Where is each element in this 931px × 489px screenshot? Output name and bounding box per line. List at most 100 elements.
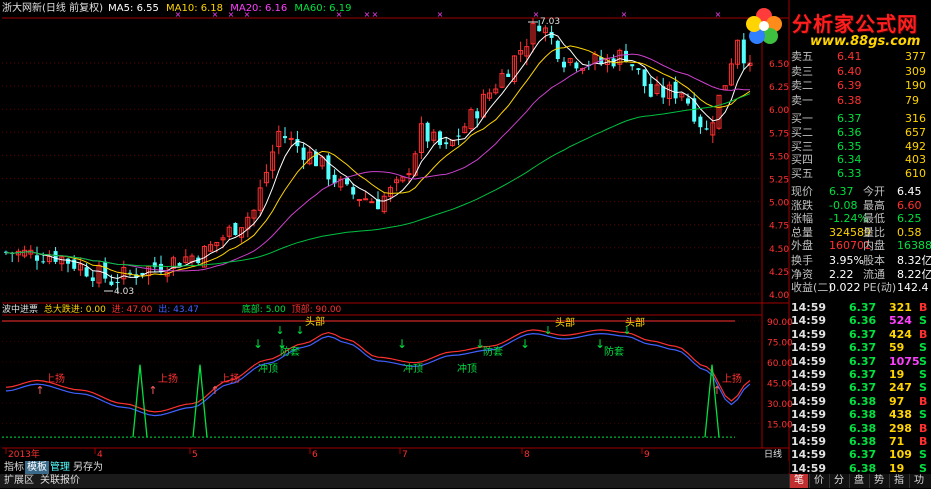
candle-body	[351, 187, 356, 195]
tab-template[interactable]: 模板	[25, 461, 49, 474]
candle-body	[115, 281, 120, 283]
period-label: 日线	[764, 448, 782, 460]
top-signal-mark: ×	[533, 10, 540, 19]
bid-row: 买五 6.33 610	[791, 166, 926, 180]
candle-body	[356, 198, 362, 201]
tick-row: 14:59 6.36 524 S	[791, 314, 927, 328]
tab-linked-quote[interactable]: 关联报价	[38, 474, 82, 487]
top-signal-mark: ×	[364, 10, 371, 19]
tick-row: 14:59 6.38 438 S	[791, 408, 927, 422]
price-tick-label: 5.00	[769, 199, 789, 209]
down-arrow-icon: ↓	[475, 337, 485, 351]
signal-guard-label: 防套	[604, 345, 624, 358]
flower-icon	[746, 8, 782, 44]
indicator-title: 波中进票	[2, 305, 39, 315]
right-tab[interactable]: 功	[909, 474, 928, 488]
tick-row: 14:59 6.38 298 B	[791, 421, 928, 435]
down-arrow-icon: ↓	[543, 324, 552, 337]
logo-title: 分析家公式网	[792, 12, 918, 36]
low-price-label: 4.03	[114, 287, 134, 297]
candle-body	[369, 201, 375, 204]
candle-body	[475, 111, 480, 119]
tab-save-as[interactable]: 另存为	[71, 461, 105, 474]
signal-up-label: 上扬	[722, 372, 742, 385]
candle-body	[704, 128, 709, 130]
x-tick-label: 7	[402, 450, 408, 460]
candle-body	[506, 73, 511, 78]
down-arrow-icon: ↓	[253, 337, 263, 351]
down-arrow-icon: ↓	[520, 337, 530, 351]
x-tick-label: 2013年	[8, 448, 40, 460]
x-tick-label: 9	[644, 450, 650, 460]
stat-row: 涨跌 -0.08 最高 6.60	[791, 198, 922, 212]
x-tick-label: 8	[524, 450, 530, 460]
ma20-line	[5, 53, 751, 272]
chart-header: 浙大网新(日线 前复权) MA5: 6.55 MA10: 6.18 MA20: …	[2, 2, 351, 15]
candle-body	[345, 178, 349, 185]
tick-row: 14:59 6.37 109 S	[791, 448, 927, 462]
indicator-item: 底部: 5.00	[241, 305, 286, 315]
quote-panel: 卖五 6.41 377 卖三 6.40 309 卖二 6.39 190 卖一 6.38 79 买一 6.3…	[789, 50, 931, 488]
price-axis: 6.50 6.25 6.00 5.75 5.50 5.25 5.00 4.75 4.50 4.25…	[769, 60, 789, 301]
tab-indicator[interactable]: 指标	[2, 461, 26, 474]
down-arrow-icon: ↓	[622, 324, 631, 337]
tab-manage[interactable]: 管理	[48, 461, 72, 474]
indicator-item: 出: 43.47	[158, 305, 199, 315]
right-tab[interactable]: 分	[829, 474, 848, 488]
ma10-line	[5, 45, 751, 277]
ma60-line	[5, 93, 751, 268]
price-tick-label: 4.00	[769, 291, 789, 301]
candle-body	[555, 40, 560, 60]
indicator-header: 波中进票 总大跌进: 0.00 进: 47.00 出: 43.47 底部: 5.…	[2, 305, 341, 316]
signal-up-label: 上扬	[220, 372, 240, 385]
candle-body	[41, 261, 46, 263]
down-arrow-icon: ↓	[595, 337, 605, 351]
right-tab[interactable]: 笔	[789, 474, 808, 488]
stat-row: 净资 2.22 流通 8.22亿	[791, 267, 931, 281]
indicator-item: 顶部: 90.00	[291, 305, 342, 315]
tick-row: 14:59 6.38 71 B	[791, 434, 928, 448]
right-tab[interactable]: 价	[809, 474, 828, 488]
signal-up-label: 上扬	[45, 372, 65, 385]
x-tick-label: 5	[192, 450, 198, 460]
tick-row: 14:59 6.38 97 B	[791, 394, 928, 408]
right-tab[interactable]: 盘	[849, 474, 868, 488]
tab-extension-area[interactable]: 扩展区	[2, 474, 36, 487]
bottom-spike	[132, 364, 148, 438]
price-tick-label: 5.75	[769, 129, 789, 139]
ask-row: 卖五 6.41 377	[791, 50, 926, 63]
right-tab[interactable]: 指	[889, 474, 908, 488]
tick-row: 14:59 6.37 19 S	[791, 367, 927, 381]
ask-row: 卖一 6.38 79	[791, 93, 919, 107]
bottom-extension-bar: 扩展区 关联报价	[0, 474, 789, 488]
moving-average-lines: 7.03 4.03	[5, 17, 751, 297]
stat-row: 换手 3.95% 股本 8.32亿	[791, 254, 931, 268]
candle-body	[673, 81, 678, 99]
stock-title: 浙大网新(日线 前复权)	[2, 3, 103, 14]
candle-body	[444, 142, 449, 145]
x-axis: 2013年 4 5 6 7 8 9 日线	[5, 448, 782, 460]
candle-body	[698, 116, 703, 128]
tick-row: 14:59 6.37 321 B	[791, 300, 928, 314]
candle-body	[642, 69, 647, 87]
top-signal-mark: ×	[437, 10, 444, 19]
signal-rush-label: 冲顶	[258, 362, 278, 375]
candle-body	[53, 251, 58, 262]
signal-up-label: 上扬	[158, 372, 178, 385]
candle-body	[233, 222, 238, 236]
candle-body	[456, 135, 461, 137]
signal-rush-label: 冲顶	[403, 362, 423, 375]
indicator-item: 总大跌进: 0.00	[43, 305, 106, 315]
ask-row: 卖三 6.40 309	[791, 64, 926, 78]
candle-body	[363, 198, 369, 201]
tick-row: 14:59 6.37 247 S	[791, 381, 927, 395]
signal-top-label: 头部	[555, 316, 575, 329]
high-price-label: 7.03	[540, 17, 560, 27]
bottom-toolbar: 指标 模板 管理 另存为	[0, 461, 789, 474]
up-arrow-icon: ↑	[712, 384, 721, 397]
candle-body	[66, 258, 70, 264]
top-signal-mark: ×	[372, 10, 379, 19]
bid-row: 买一 6.37 316	[791, 112, 926, 126]
right-tab[interactable]: 势	[869, 474, 888, 488]
signal-guard-label: 防套	[483, 345, 503, 358]
